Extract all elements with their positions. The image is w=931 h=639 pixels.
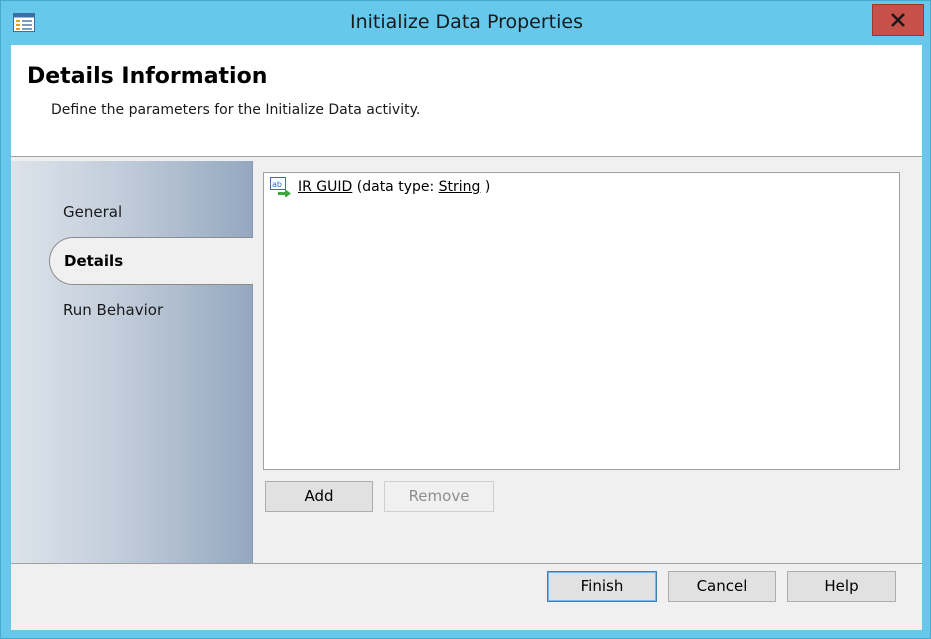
close-button[interactable] — [872, 4, 924, 36]
parameter-type-prefix: (data type: — [356, 179, 435, 195]
page-title: Details Information — [27, 64, 268, 89]
close-icon — [891, 13, 905, 27]
remove-button[interactable]: Remove — [384, 481, 494, 512]
page-subtitle: Define the parameters for the Initialize… — [51, 102, 421, 118]
title-bar[interactable]: Initialize Data Properties — [1, 1, 931, 45]
sidebar-item-label: Details — [64, 252, 124, 270]
footer-divider — [11, 563, 922, 564]
sidebar-nav: General Details Run Behavior — [11, 161, 253, 563]
sidebar-item-general[interactable]: General — [63, 203, 122, 221]
add-button[interactable]: Add — [265, 481, 373, 512]
parameter-type[interactable]: String — [439, 179, 481, 195]
header-panel: Details Information Define the parameter… — [11, 45, 922, 157]
parameters-list[interactable]: ab IR GUID (data type: String ) — [263, 172, 900, 470]
dialog-body: Details Information Define the parameter… — [11, 45, 922, 630]
sidebar-item-run-behavior[interactable]: Run Behavior — [63, 301, 163, 319]
cancel-button[interactable]: Cancel — [668, 571, 776, 602]
parameter-name[interactable]: IR GUID — [298, 179, 352, 195]
string-parameter-icon: ab — [270, 177, 291, 197]
help-button[interactable]: Help — [787, 571, 896, 602]
dialog-window: Initialize Data Properties Details Infor… — [0, 0, 931, 639]
sidebar-item-details[interactable]: Details — [49, 237, 253, 285]
finish-button[interactable]: Finish — [547, 571, 657, 602]
list-item[interactable]: ab IR GUID (data type: String ) — [270, 177, 490, 197]
parameter-type-suffix: ) — [484, 179, 491, 195]
window-title: Initialize Data Properties — [350, 11, 583, 33]
svg-text:ab: ab — [272, 180, 282, 189]
